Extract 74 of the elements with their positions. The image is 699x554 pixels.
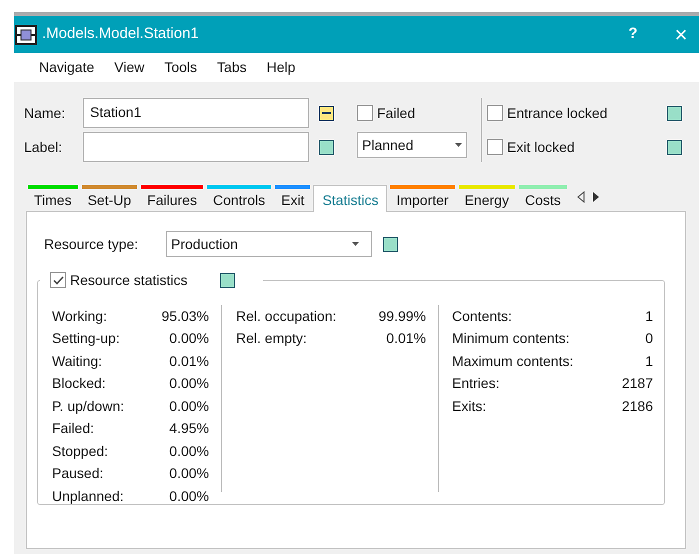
stat-label: Paused: <box>52 464 104 484</box>
inherited-attribute-icon[interactable] <box>319 140 334 154</box>
tab[interactable]: Statistics <box>313 185 388 212</box>
menu-item[interactable]: View <box>104 57 154 78</box>
checkbox-label: Entrance locked <box>507 104 608 122</box>
stat-value: 99.99% <box>378 306 426 326</box>
checkbox[interactable] <box>50 272 66 288</box>
checkbox-label: Failed <box>377 104 416 122</box>
tab[interactable]: Times <box>28 185 78 211</box>
field-label: Label: <box>24 138 64 156</box>
field-label: Resource type: <box>44 234 140 254</box>
menu-item[interactable]: Tabs <box>207 57 257 78</box>
stat-label: Rel. occupation: <box>236 306 336 326</box>
tab[interactable]: Exit <box>275 185 310 211</box>
scroll-right-icon[interactable] <box>592 191 600 203</box>
checkmark-icon <box>52 276 64 284</box>
menu-item[interactable]: Help <box>256 57 306 78</box>
stat-label: Contents: <box>452 306 512 326</box>
checkbox[interactable] <box>487 105 503 121</box>
stat-value: 0.00% <box>169 442 209 461</box>
resource-type-dropdown[interactable]: Production <box>166 231 372 257</box>
tab[interactable]: Controls <box>206 185 272 211</box>
stat-label: Failed: <box>52 419 94 438</box>
tab[interactable]: Costs <box>518 185 567 211</box>
window-title: .Models.Model.Station1 <box>42 24 199 44</box>
dropdown-caret-icon <box>455 143 462 147</box>
stat-value: 0 <box>645 329 653 348</box>
stat-value: 0.00% <box>169 464 209 484</box>
stat-value: 0.00% <box>169 396 209 416</box>
stat-value: 0.00% <box>169 329 209 348</box>
name-field[interactable]: Station1 <box>83 98 309 128</box>
stat-label: Stopped: <box>52 442 108 461</box>
tab[interactable]: Failures <box>141 185 203 211</box>
field-label: Name: <box>24 104 66 122</box>
menu-item[interactable]: Navigate <box>29 57 104 78</box>
stat-label: P. up/down: <box>52 396 124 416</box>
stat-value: 0.01% <box>169 352 209 371</box>
inherited-attribute-icon[interactable] <box>383 236 398 252</box>
stat-label: Working: <box>52 306 107 326</box>
inherited-attribute-icon[interactable] <box>220 272 236 288</box>
inherited-attribute-icon[interactable] <box>667 140 682 154</box>
stat-value: 4.95% <box>169 419 209 438</box>
checkbox[interactable] <box>487 139 503 155</box>
stat-label: Blocked: <box>52 374 106 394</box>
stat-value: 2187 <box>622 374 653 394</box>
station-icon <box>15 24 37 44</box>
stat-value: 1 <box>645 306 653 326</box>
tab[interactable]: Energy <box>458 185 515 211</box>
local-attribute-icon[interactable] <box>319 106 334 120</box>
stat-label: Waiting: <box>52 352 102 371</box>
dropdown-caret-icon <box>352 242 359 246</box>
plan-dropdown[interactable]: Planned <box>357 132 467 158</box>
inherited-attribute-icon[interactable] <box>667 106 682 120</box>
stat-label: Minimum contents: <box>452 329 570 348</box>
label-field[interactable] <box>83 132 309 162</box>
checkbox-label: Exit locked <box>507 138 575 156</box>
tab[interactable]: Set-Up <box>82 185 138 211</box>
stat-value: 2186 <box>622 396 653 416</box>
stat-value: 0.00% <box>169 374 209 394</box>
stat-value: 0.00% <box>169 486 209 506</box>
stat-label: Entries: <box>452 374 500 394</box>
stat-label: Maximum contents: <box>452 352 574 371</box>
group-title: Resource statistics <box>70 270 188 290</box>
stat-label: Unplanned: <box>52 486 124 506</box>
stat-label: Rel. empty: <box>236 329 307 348</box>
stat-label: Exits: <box>452 396 486 416</box>
stat-value: 95.03% <box>162 306 209 326</box>
stat-label: Setting-up: <box>52 329 120 348</box>
tab[interactable]: Importer <box>390 185 455 211</box>
stat-value: 1 <box>645 352 653 371</box>
stat-value: 0.01% <box>386 329 426 348</box>
menu-item[interactable]: Tools <box>154 57 208 78</box>
checkbox[interactable] <box>357 105 373 121</box>
scroll-left-icon[interactable] <box>576 191 585 203</box>
